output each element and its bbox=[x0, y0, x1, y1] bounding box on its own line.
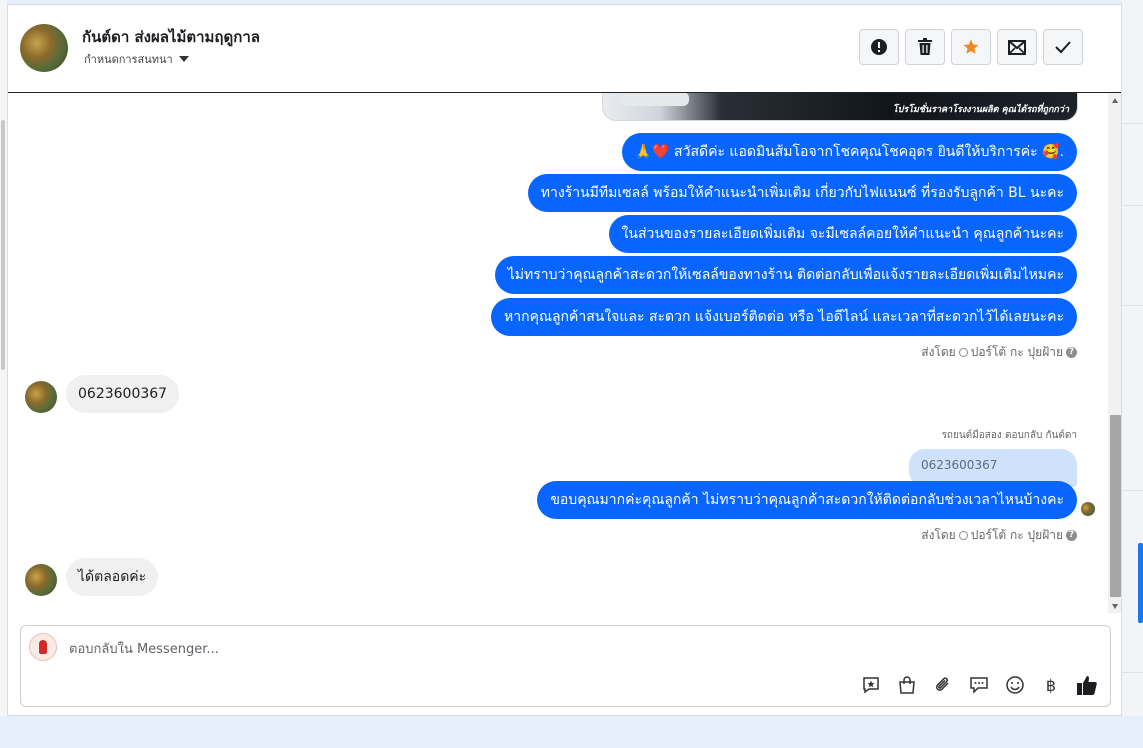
check-icon bbox=[1055, 41, 1071, 54]
incoming-message[interactable]: 0623600367 bbox=[66, 375, 180, 413]
trash-icon bbox=[918, 38, 932, 55]
envelope-x-icon bbox=[1008, 40, 1026, 55]
outgoing-message[interactable]: ไม่ทราบว่าคุณลูกค้าสะดวกให้เซลล์ของทางร้… bbox=[494, 256, 1077, 294]
emoji-button[interactable] bbox=[1002, 672, 1028, 698]
composer-tools: ฿ bbox=[858, 672, 1100, 698]
contact-name[interactable]: กันต์ดา ส่งผลไม้ตามฤดูกาล bbox=[82, 25, 260, 49]
right-edge-panel bbox=[1122, 0, 1143, 748]
done-button[interactable] bbox=[1043, 29, 1083, 65]
shopping-bag-icon bbox=[899, 676, 915, 694]
paperclip-icon bbox=[935, 677, 949, 691]
sent-by-label: ส่งโดย bbox=[921, 528, 956, 542]
left-scroll-strip bbox=[0, 0, 7, 716]
sent-check-icon bbox=[958, 348, 968, 357]
label-selector[interactable]: กำหนดการสนทนา bbox=[84, 50, 189, 68]
reply-note: รถยนต์มือสอง ตอบกลับ กันต์ดา bbox=[941, 430, 1077, 441]
contact-avatar-small[interactable] bbox=[25, 381, 57, 413]
delete-button[interactable] bbox=[905, 29, 945, 65]
header-actions bbox=[859, 29, 1083, 65]
exclamation-icon bbox=[871, 39, 887, 55]
seen-avatar bbox=[1081, 502, 1095, 516]
help-icon[interactable]: ? bbox=[1066, 347, 1077, 358]
promo-image-attachment[interactable]: โปรโมชั่นราคาโรงงานผลิต คุณได้รถที่ถูกกว… bbox=[602, 93, 1078, 121]
star-button[interactable] bbox=[951, 29, 991, 65]
shop-button[interactable] bbox=[894, 672, 920, 698]
saved-reply-button[interactable] bbox=[858, 672, 884, 698]
divider bbox=[1122, 490, 1143, 491]
sent-by-info: ส่งโดย ปอร์โต้ กะ ปุยฝ้าย ? bbox=[921, 526, 1077, 545]
sent-by-label: ส่งโดย bbox=[921, 345, 956, 359]
sender-name: ปอร์โต้ กะ ปุยฝ้าย bbox=[970, 528, 1063, 542]
bottom-strip bbox=[0, 716, 1143, 748]
scroll-down-arrow-icon[interactable] bbox=[1112, 604, 1118, 609]
label-selector-text: กำหนดการสนทนา bbox=[84, 53, 173, 66]
reply-composer: ฿ bbox=[20, 625, 1111, 707]
outgoing-message[interactable]: ในส่วนของรายละเอียดเพิ่มเติม จะมีเซลล์คอ… bbox=[608, 215, 1077, 253]
sender-name: ปอร์โต้ กะ ปุยฝ้าย bbox=[970, 345, 1063, 359]
emoji-icon bbox=[1006, 676, 1024, 694]
thumbs-up-icon bbox=[1077, 676, 1097, 695]
incoming-message[interactable]: ได้ตลอดค่ะ bbox=[66, 558, 159, 596]
star-icon bbox=[963, 39, 979, 54]
reply-input[interactable] bbox=[67, 636, 871, 662]
outgoing-message[interactable]: ขอบคุณมากค่ะคุณลูกค้า ไม่ทราบว่าคุณลูกค้… bbox=[537, 481, 1077, 519]
caret-down-icon bbox=[178, 56, 189, 62]
payment-button[interactable]: ฿ bbox=[1038, 672, 1064, 698]
outgoing-message[interactable]: หากคุณลูกค้าสนใจและ สะดวก แจ้งเบอร์ติดต่… bbox=[491, 298, 1077, 336]
scrollbar-thumb[interactable] bbox=[1110, 415, 1121, 597]
divider bbox=[1122, 123, 1143, 124]
svg-text:฿: ฿ bbox=[1046, 676, 1056, 695]
contact-avatar-small[interactable] bbox=[25, 564, 57, 596]
help-icon[interactable]: ? bbox=[1066, 530, 1077, 541]
saved-reply-icon bbox=[863, 677, 879, 694]
car-image bbox=[619, 93, 689, 106]
left-scroll-thumb[interactable] bbox=[1, 120, 5, 370]
divider bbox=[1122, 205, 1143, 206]
conversation-header: กันต์ดา ส่งผลไม้ตามฤดูกาล กำหนดการสนทนา bbox=[8, 5, 1121, 93]
scroll-up-arrow-icon[interactable] bbox=[1112, 98, 1118, 103]
divider bbox=[1122, 305, 1143, 306]
sent-check-icon bbox=[958, 531, 968, 540]
report-button[interactable] bbox=[859, 29, 899, 65]
thread-scrollbar[interactable] bbox=[1108, 93, 1121, 613]
contact-avatar[interactable] bbox=[20, 24, 68, 72]
page-avatar bbox=[29, 633, 57, 661]
baht-icon: ฿ bbox=[1046, 676, 1056, 695]
outgoing-message[interactable]: ทางร้านมีทีมเซลล์ พร้อมให้คำแนะนำเพิ่มเต… bbox=[527, 174, 1077, 212]
divider bbox=[1122, 672, 1143, 673]
mark-unread-button[interactable] bbox=[997, 29, 1037, 65]
sent-by-info: ส่งโดย ปอร์โต้ กะ ปุยฝ้าย ? bbox=[921, 343, 1077, 362]
conversation-panel: กันต์ดา ส่งผลไม้ตามฤดูกาล กำหนดการสนทนา bbox=[7, 4, 1122, 716]
quick-reply-button[interactable] bbox=[966, 672, 992, 698]
attach-button[interactable] bbox=[930, 672, 956, 698]
right-edge-indicator bbox=[1138, 543, 1143, 623]
message-thread: โปรโมชั่นราคาโรงงานผลิต คุณได้รถที่ถูกกว… bbox=[8, 93, 1108, 613]
chat-bubbles-icon bbox=[970, 677, 988, 694]
promo-text: โปรโมชั่นราคาโรงงานผลิต คุณได้รถที่ถูกกว… bbox=[892, 105, 1069, 115]
like-button[interactable] bbox=[1074, 672, 1100, 698]
outgoing-message[interactable]: 🙏❤️ สวัสดีค่ะ แอดมินส้มโอจากโชคคุณโชคอุด… bbox=[621, 133, 1077, 171]
